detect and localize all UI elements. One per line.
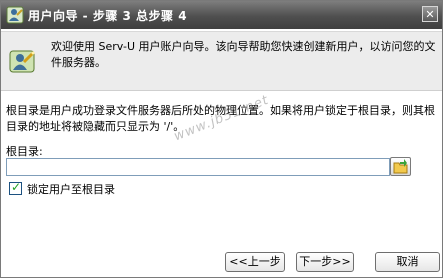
title-bar[interactable]: 用户向导 - 步骤 3 总步骤 4 ✕: [1, 1, 442, 29]
folder-icon: [391, 159, 410, 178]
root-directory-input[interactable]: [6, 158, 390, 176]
browse-button[interactable]: [390, 157, 411, 176]
check-icon: ✓: [11, 180, 22, 194]
welcome-text: 欢迎使用 Serv-U 用户账户向导。该向导帮助您快速创建新用户，以访问您的文件…: [51, 40, 436, 69]
wizard-window: 用户向导 - 步骤 3 总步骤 4 ✕ 欢迎使用 Serv-U 用户账户向导。该…: [0, 0, 443, 278]
wizard-user-icon: [6, 6, 24, 24]
root-label: 根目录:: [6, 145, 43, 158]
wizard-user-icon: [9, 48, 35, 74]
back-button[interactable]: <<上一步: [225, 252, 285, 272]
lock-to-root-label[interactable]: 锁定用户至根目录: [27, 181, 115, 197]
close-button[interactable]: ✕: [422, 6, 438, 22]
window-title: 用户向导 - 步骤 3 总步骤 4: [28, 9, 188, 23]
next-button[interactable]: 下一步>>: [296, 252, 354, 272]
wizard-header: 欢迎使用 Serv-U 用户账户向导。该向导帮助您快速创建新用户，以访问您的文件…: [1, 31, 442, 91]
cancel-button[interactable]: 取消: [375, 252, 440, 272]
close-icon: ✕: [425, 8, 435, 21]
lock-to-root-checkbox[interactable]: ✓: [9, 180, 22, 195]
